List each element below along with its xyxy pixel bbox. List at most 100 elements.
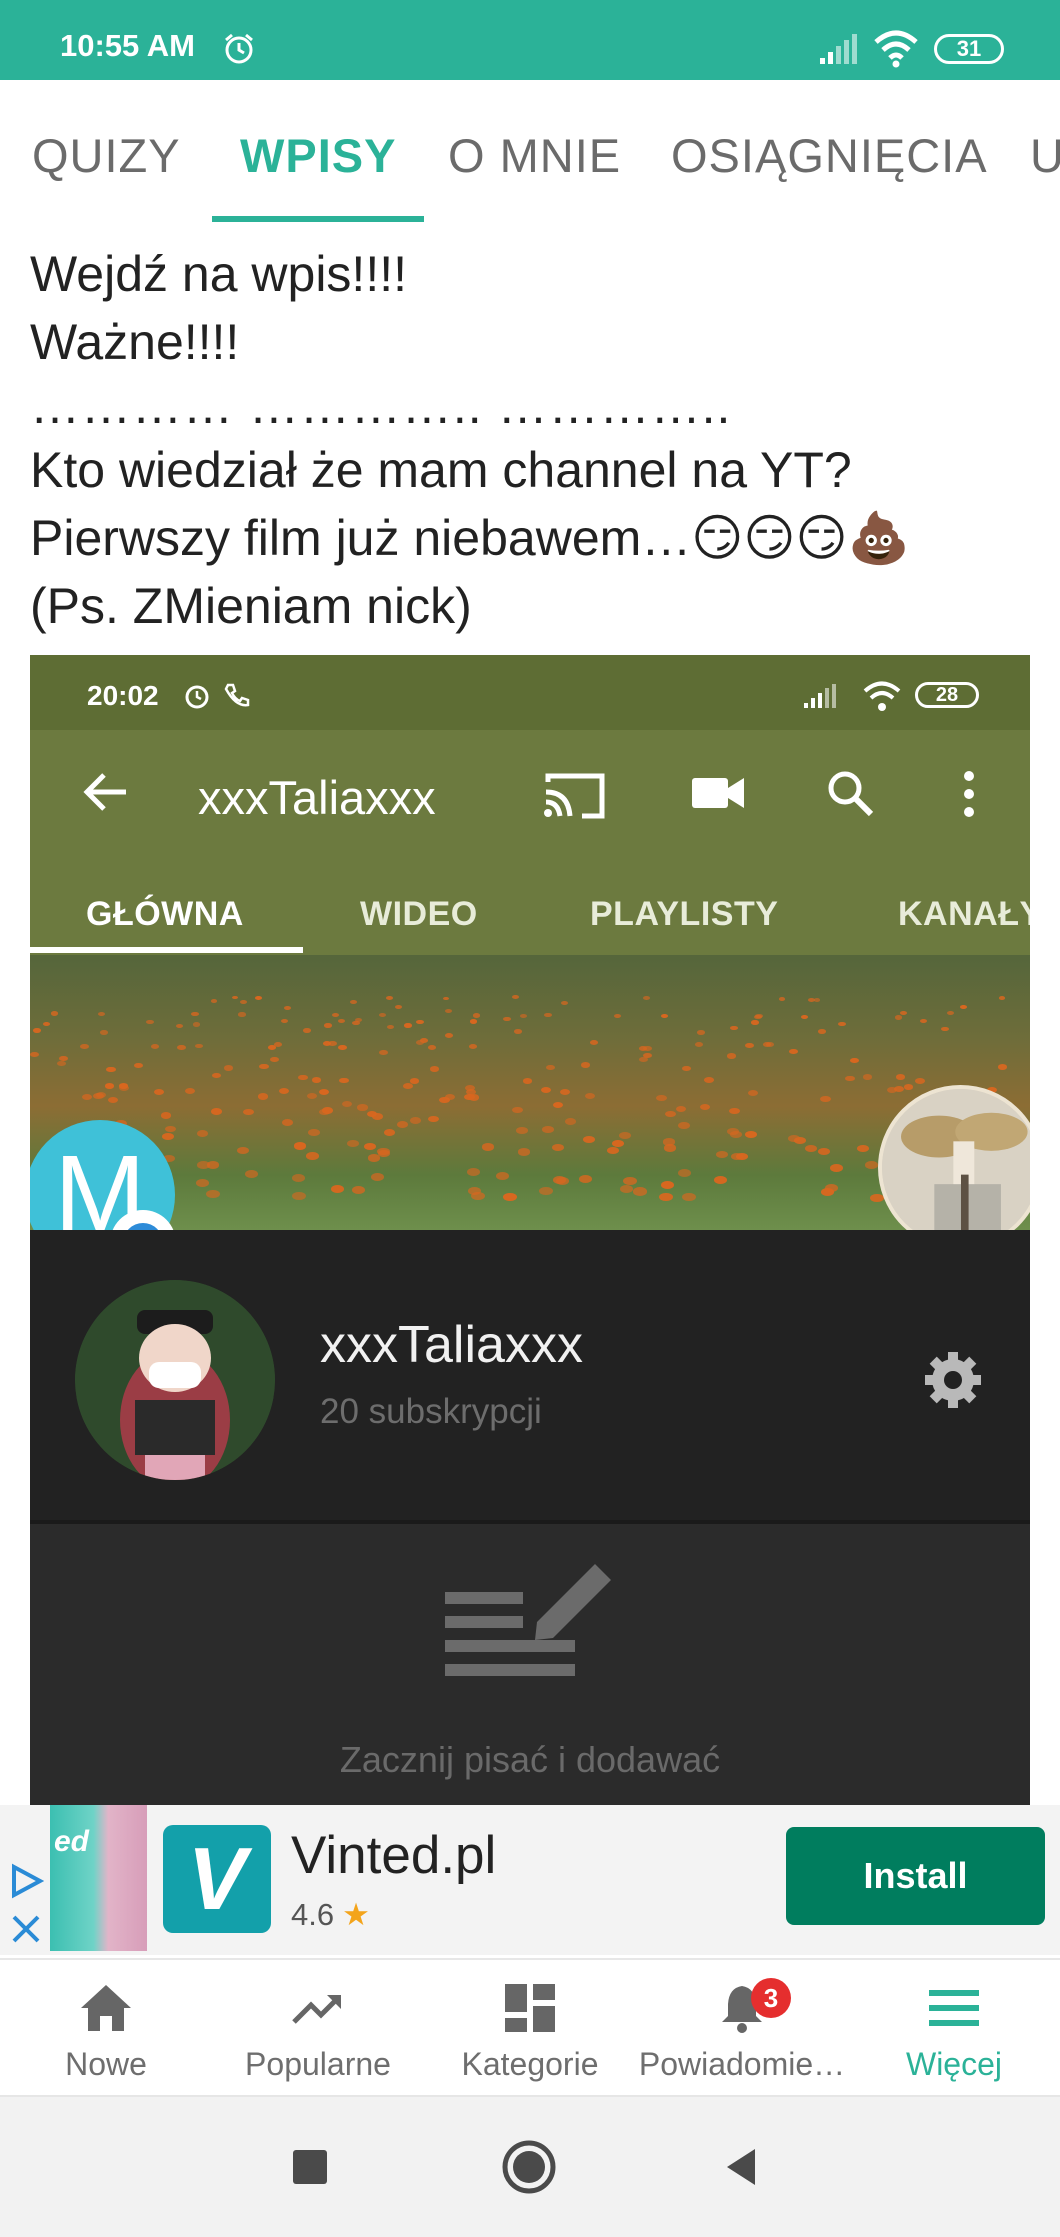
banner-flower: [409, 1077, 420, 1084]
banner-flower: [818, 1147, 831, 1155]
banner-flower: [682, 1193, 697, 1202]
image-tab-kanaly: KANAŁY: [898, 895, 1030, 933]
banner-flower: [30, 1051, 39, 1057]
banner-flower: [589, 1040, 599, 1046]
menu-icon: [929, 1990, 979, 2026]
banner-flower: [813, 998, 821, 1002]
banner-flower: [699, 1103, 711, 1111]
post-image[interactable]: 20:02 28 xxxTaliaxxx GŁÓWNA WIDEO PLAYLI…: [30, 655, 1030, 1805]
banner-flower: [900, 1010, 908, 1015]
banner-flower: [555, 1176, 570, 1185]
signal-icon: [804, 684, 836, 708]
vinted-logo[interactable]: V: [163, 1825, 271, 1933]
more-vertical-icon: [964, 771, 974, 817]
banner-flower: [745, 1043, 754, 1048]
banner-flower: [150, 1044, 160, 1050]
banner-flower: [469, 1019, 478, 1024]
back-arrow-icon: [83, 773, 126, 811]
banner-flower: [231, 995, 239, 1000]
banner-flower: [257, 1093, 268, 1100]
banner-flower: [294, 1142, 307, 1150]
ad-banner[interactable]: ed V Vinted.pl 4.6 ★ Install: [0, 1805, 1060, 1955]
nav-item-popularne[interactable]: Popularne: [212, 1970, 424, 2095]
recents-icon[interactable]: [280, 2137, 340, 2197]
banner-flower: [383, 1129, 396, 1137]
tab-o-mnie[interactable]: O MNIE: [448, 128, 621, 183]
adchoices-icon[interactable]: [8, 1863, 44, 1899]
banner-flower: [633, 1187, 647, 1196]
banner-flower: [442, 996, 450, 1001]
banner-flower: [681, 1065, 691, 1072]
banner-flower: [292, 1191, 306, 1201]
tab-more[interactable]: U: [1030, 128, 1060, 183]
trending-icon: [292, 1995, 341, 2024]
banner-flower: [998, 995, 1006, 1000]
nav-item-nowe[interactable]: Nowe: [0, 1970, 212, 2095]
banner-flower: [643, 995, 650, 1000]
banner-flower: [350, 999, 358, 1004]
banner-flower: [751, 1020, 759, 1025]
banner-flower: [619, 1132, 631, 1140]
banner-flower: [541, 1087, 552, 1093]
banner-flower: [695, 1042, 704, 1047]
battery-indicator: 31: [934, 34, 1004, 64]
close-icon[interactable]: [10, 1913, 42, 1945]
home-button-icon[interactable]: [499, 2137, 559, 2197]
banner-flower: [191, 1012, 199, 1017]
alarm-icon: [185, 685, 209, 709]
bottom-nav: Nowe Popularne Kategorie 3 Powiadomie… W…: [0, 1958, 1060, 2095]
banner-flower: [302, 1028, 311, 1034]
nav-label: Więcej: [905, 2046, 1002, 2082]
banner-flower: [404, 1023, 412, 1028]
banner-flower: [503, 1016, 511, 1022]
tab-osiagniecia[interactable]: OSIĄGNIĘCIA: [671, 128, 988, 183]
banner-flower: [311, 1077, 322, 1083]
banner-flower: [357, 1104, 368, 1111]
wifi-icon: [863, 681, 901, 711]
banner-flower: [259, 1064, 269, 1070]
banner-flower: [788, 1049, 798, 1055]
banner-flower: [57, 1061, 67, 1067]
empty-state-text: Zacznij pisać i dodawać: [339, 1739, 721, 1780]
banner-flower: [845, 1075, 855, 1082]
image-status-time: 20:02: [87, 680, 159, 711]
banner-flower: [623, 1176, 637, 1185]
banner-flower: [862, 1074, 873, 1080]
banner-flower: [727, 1053, 737, 1059]
banner-flower: [270, 1056, 280, 1063]
banner-flower: [512, 1107, 524, 1114]
banner-flower: [542, 1126, 554, 1134]
banner-flower: [284, 1006, 292, 1011]
banner-flower: [177, 1044, 186, 1050]
nav-item-kategorie[interactable]: Kategorie: [424, 1970, 636, 2095]
banner-flower: [552, 1101, 564, 1108]
ad-thumbnail[interactable]: ed: [50, 1805, 147, 1951]
nav-item-powiadomienia[interactable]: 3 Powiadomie…: [636, 1970, 848, 2095]
tab-quizy[interactable]: QUIZY: [32, 128, 181, 183]
tab-wpisy[interactable]: WPISY: [240, 128, 396, 183]
banner-flower: [539, 1186, 553, 1196]
banner-flower: [162, 1133, 174, 1141]
banner-flower: [561, 1000, 569, 1005]
banner-flower: [736, 1152, 749, 1161]
ad-app-name[interactable]: Vinted.pl: [291, 1825, 496, 1886]
banner-flower: [820, 1096, 831, 1103]
image-tab-playlisty: PLAYLISTY: [590, 895, 779, 933]
banner-flower: [80, 1043, 89, 1049]
nav-item-wiecej[interactable]: Więcej: [848, 1970, 1060, 2095]
back-icon[interactable]: [715, 2137, 775, 2197]
banner-flower: [32, 1028, 41, 1034]
banner-flower: [519, 1013, 527, 1018]
banner-flower: [864, 1161, 878, 1169]
banner-flower: [915, 1078, 925, 1085]
install-button[interactable]: Install: [786, 1827, 1045, 1925]
alarm-icon: [225, 33, 253, 64]
banner-flower: [308, 1129, 320, 1137]
banner-flower: [727, 1128, 739, 1136]
banner-flower: [206, 1161, 220, 1169]
banner-flower: [643, 1052, 652, 1059]
banner-flower: [330, 1184, 345, 1193]
banner-flower: [585, 1093, 596, 1100]
banner-flower: [856, 1145, 869, 1153]
banner-flower: [133, 1062, 143, 1069]
